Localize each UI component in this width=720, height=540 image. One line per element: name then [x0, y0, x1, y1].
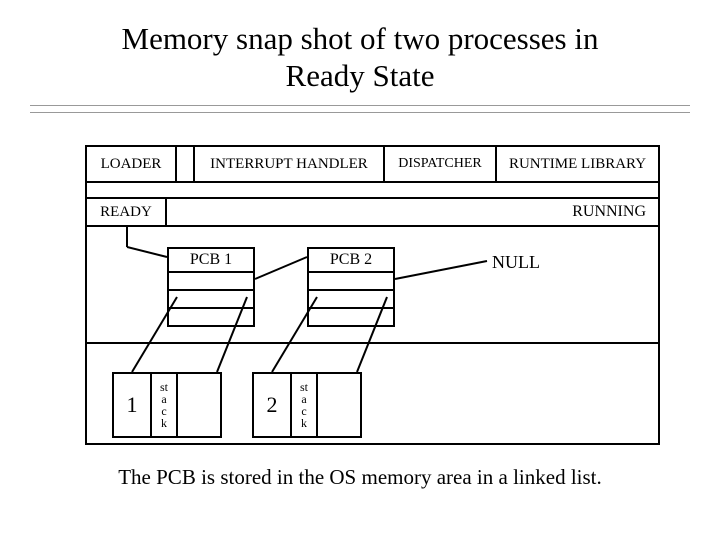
pcb-2-field — [309, 291, 393, 309]
title-underline — [30, 105, 690, 113]
process-1-stack: st a c k — [152, 374, 178, 436]
queue-row: READY RUNNING — [87, 197, 658, 227]
module-gap — [177, 147, 195, 181]
ready-queue-label: READY — [87, 199, 167, 225]
module-interrupt-handler: INTERRUPT HANDLER — [195, 147, 385, 181]
module-loader: LOADER — [87, 147, 177, 181]
null-label: NULL — [492, 252, 540, 273]
pcb-1-field — [169, 273, 253, 291]
module-dispatcher: DISPATCHER — [385, 147, 497, 181]
caption: The PCB is stored in the OS memory area … — [0, 465, 720, 490]
queue-row-rest: RUNNING — [167, 199, 658, 225]
pcb-1-field — [169, 309, 253, 325]
pcb-2-label: PCB 2 — [309, 249, 393, 273]
pcb-2-field — [309, 309, 393, 325]
running-label: RUNNING — [572, 203, 646, 221]
slide-title: Memory snap shot of two processes in Rea… — [0, 20, 720, 94]
process-2-area — [318, 374, 360, 436]
memory-box: LOADER INTERRUPT HANDLER DISPATCHER RUNT… — [85, 145, 660, 445]
process-1-area — [178, 374, 220, 436]
os-user-divider — [87, 342, 658, 344]
pcb-2: PCB 2 — [307, 247, 395, 327]
pcb-2-field — [309, 273, 393, 291]
process-1-id: 1 — [114, 374, 152, 436]
process-2-stack: st a c k — [292, 374, 318, 436]
slide: Memory snap shot of two processes in Rea… — [0, 0, 720, 540]
process-2-id: 2 — [254, 374, 292, 436]
module-runtime-library: RUNTIME LIBRARY — [497, 147, 658, 181]
pcb-1-label: PCB 1 — [169, 249, 253, 273]
process-1: 1 st a c k — [112, 372, 222, 438]
process-2: 2 st a c k — [252, 372, 362, 438]
os-module-row: LOADER INTERRUPT HANDLER DISPATCHER RUNT… — [87, 147, 658, 183]
pcb-1: PCB 1 — [167, 247, 255, 327]
pcb-1-field — [169, 291, 253, 309]
